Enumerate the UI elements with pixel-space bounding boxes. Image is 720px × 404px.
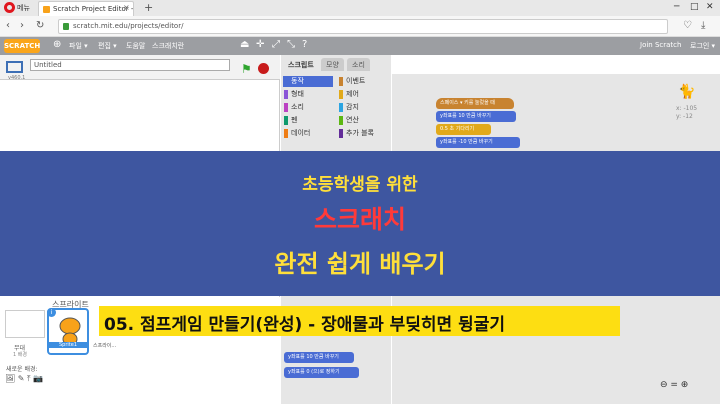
banner-line-2: 스크래치: [313, 205, 406, 234]
tab-sounds[interactable]: 소리: [347, 58, 370, 71]
green-flag-icon[interactable]: ⚑: [241, 62, 252, 76]
tab-close-icon[interactable]: ×: [123, 3, 130, 12]
version-label: v460.1: [8, 75, 26, 81]
category-label: 동작: [291, 77, 304, 85]
browser-titlebar: 메뉴 Scratch Project Editor - I × + ─ □ ✕: [0, 0, 720, 16]
help-icon[interactable]: ?: [302, 39, 307, 50]
project-title-input[interactable]: Untitled: [30, 59, 230, 71]
grow-icon[interactable]: ⤢: [272, 39, 280, 50]
browser-address-bar: ‹ › ↻ scratch.mit.edu/projects/editor/ ♡…: [0, 16, 720, 37]
palette-block[interactable]: y좌표를 0 (으)로 정하기: [284, 367, 359, 378]
category-control[interactable]: 제어: [338, 89, 388, 100]
category-swatch: [339, 129, 343, 138]
category-sensing[interactable]: 감지: [338, 102, 388, 113]
script-block[interactable]: 0.5 초 기다리기: [436, 124, 491, 135]
category-label: 연산: [346, 116, 359, 124]
episode-subtitle: 05. 점프게임 만들기(완성) - 장애물과 부딪히면 뒹굴기: [99, 306, 620, 336]
category-looks[interactable]: 형태: [283, 89, 333, 100]
tab-costumes[interactable]: 모양: [321, 58, 344, 71]
category-label: 형태: [291, 90, 304, 98]
category-data[interactable]: 데이터: [283, 128, 333, 139]
palette-block[interactable]: y좌표를 10 만큼 바꾸기: [284, 352, 354, 363]
stage-thumbnail[interactable]: [5, 310, 45, 338]
banner-line-1: 초등학생을 위한: [302, 175, 418, 195]
presentation-mode-icon[interactable]: [6, 61, 23, 73]
category-swatch: [339, 103, 343, 112]
category-swatch: [284, 90, 288, 99]
url-text: scratch.mit.edu/projects/editor/: [73, 22, 184, 30]
browser-menu-label[interactable]: 메뉴: [17, 3, 30, 13]
scratch-favicon-icon: [43, 6, 50, 13]
category-swatch: [284, 116, 288, 125]
login-link[interactable]: 로그인 ▾: [690, 41, 715, 51]
reload-icon[interactable]: ↻: [36, 20, 44, 31]
banner-line-3: 완전 쉽게 배우기: [274, 250, 446, 278]
opera-logo-icon[interactable]: [4, 2, 15, 13]
category-swatch: [339, 116, 343, 125]
sprite-name-label: Sprite1: [48, 342, 88, 348]
menu-about[interactable]: 스크래치란: [152, 41, 184, 51]
stage-header: v460.1 Untitled ⚑: [0, 55, 280, 81]
shrink-icon[interactable]: ⤡: [287, 39, 295, 50]
category-label: 감지: [346, 103, 359, 111]
sprite-x-readout: x: -105: [676, 105, 698, 112]
menu-file[interactable]: 파일 ▾: [69, 41, 88, 51]
script-block[interactable]: y좌표를 -10 만큼 바꾸기: [436, 137, 520, 148]
new-tab-button[interactable]: +: [144, 1, 153, 14]
stop-sign-icon[interactable]: [258, 63, 269, 74]
minimize-window-icon[interactable]: ─: [674, 2, 679, 12]
category-swatch: [339, 90, 343, 99]
tab-scripts[interactable]: 스크립트: [283, 58, 319, 71]
browser-tab-title: Scratch Project Editor - I: [53, 5, 134, 13]
category-swatch: [339, 77, 343, 86]
category-sound[interactable]: 소리: [283, 102, 333, 113]
category-swatch: [284, 77, 288, 86]
bookmark-heart-icon[interactable]: ♡: [683, 20, 692, 31]
download-icon[interactable]: ⤓: [701, 20, 705, 31]
category-motion[interactable]: 동작: [283, 76, 333, 87]
script-block[interactable]: y좌표를 10 만큼 바꾸기: [436, 111, 516, 122]
current-sprite-cat-icon: 🐈: [678, 84, 696, 100]
back-icon[interactable]: ‹: [6, 20, 10, 31]
editor-tabs: 스크립트 모양 소리: [281, 55, 391, 71]
sprite-y-readout: y: -12: [676, 113, 693, 120]
scratch-menubar: SCRATCH ⊕ 파일 ▾ 편집 ▾ 도움말 스크래치란 ⏏ ✛ ⤢ ⤡ ? …: [0, 37, 720, 55]
new-backdrop-label: 새로운 배경:: [6, 366, 38, 373]
category-label: 소리: [291, 103, 304, 111]
maximize-window-icon[interactable]: □: [690, 2, 699, 12]
menu-tips[interactable]: 도움말: [126, 41, 145, 51]
forward-icon[interactable]: ›: [20, 20, 24, 31]
secure-lock-icon: [63, 23, 69, 30]
category-label: 추가 블록: [346, 129, 374, 137]
block-categories: 동작 형태 소리 펜 데이터 이벤트 제어 감지 연산 추가 블록: [281, 74, 391, 140]
backdrop-count: 1 배경: [13, 352, 27, 358]
url-field[interactable]: scratch.mit.edu/projects/editor/: [58, 19, 668, 34]
browser-tab[interactable]: Scratch Project Editor - I: [38, 1, 134, 16]
sprite2-name-label: 스프라이...: [93, 343, 117, 349]
zoom-controls[interactable]: ⊖ = ⊕: [660, 380, 688, 390]
category-label: 이벤트: [346, 77, 366, 85]
join-scratch-link[interactable]: Join Scratch: [640, 41, 681, 49]
script-block[interactable]: 스페이스 ▾ 키를 눌렀을 때: [436, 98, 514, 109]
menu-edit[interactable]: 편집 ▾: [98, 41, 117, 51]
sprite-coordinates: x: -105 y: -12: [676, 105, 697, 121]
cut-icon[interactable]: ✛: [256, 39, 264, 50]
category-events[interactable]: 이벤트: [338, 76, 388, 87]
category-label: 펜: [291, 116, 298, 124]
category-label: 데이터: [291, 129, 311, 137]
category-operators[interactable]: 연산: [338, 115, 388, 126]
close-window-icon[interactable]: ✕: [706, 2, 714, 12]
category-swatch: [284, 103, 288, 112]
new-backdrop-icons[interactable]: 🖼 ✎ ⤒ 📷: [5, 374, 43, 384]
scratch-logo[interactable]: SCRATCH: [4, 39, 40, 53]
category-swatch: [284, 129, 288, 138]
category-label: 제어: [346, 90, 359, 98]
globe-icon[interactable]: ⊕: [53, 39, 61, 50]
category-more-blocks[interactable]: 추가 블록: [338, 128, 388, 139]
category-pen[interactable]: 펜: [283, 115, 333, 126]
duplicate-stamp-icon[interactable]: ⏏: [240, 39, 249, 50]
